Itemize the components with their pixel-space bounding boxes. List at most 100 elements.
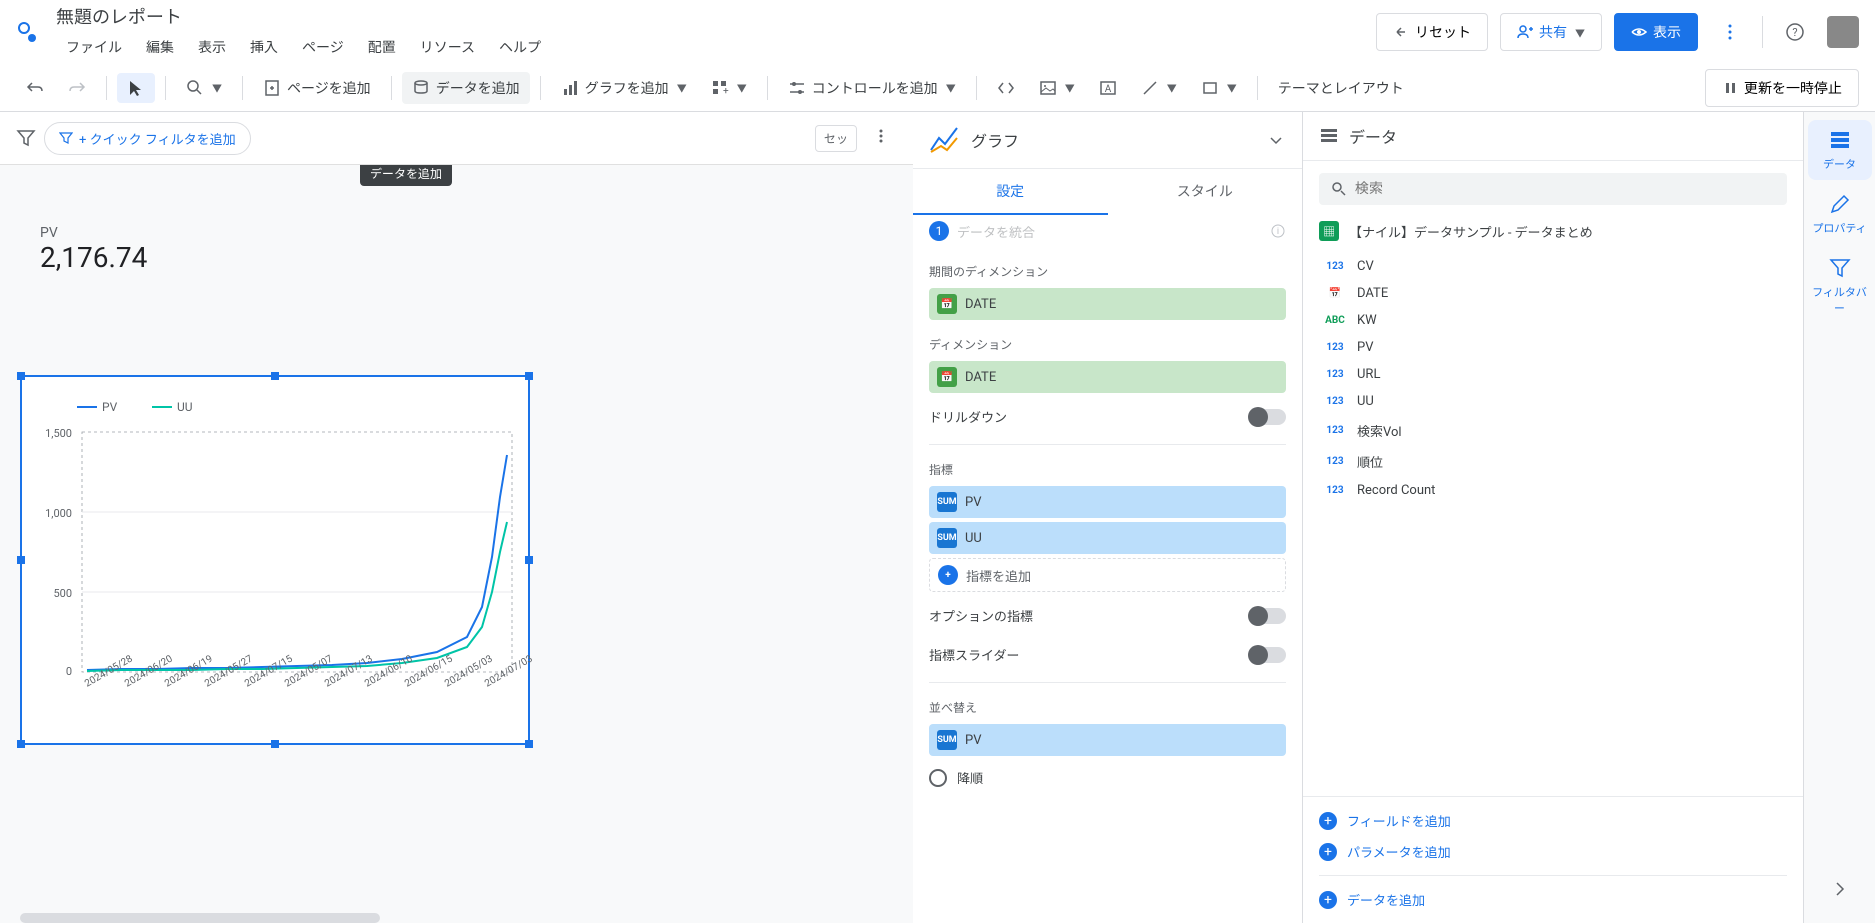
datasource-row[interactable]: ▦ 【ナイル】データサンプル - データまとめ <box>1303 213 1803 249</box>
canvas[interactable]: データを追加 PV 2,176.74 PV UU <box>0 165 913 923</box>
add-data-link[interactable]: +データを追加 <box>1319 884 1787 915</box>
menu-bar: ファイル 編集 表示 挿入 ページ 配置 リソース ヘルプ <box>56 33 1376 61</box>
help-button[interactable]: ? <box>1775 12 1815 52</box>
zoom-tool[interactable]: ▼ <box>176 73 232 103</box>
menu-help[interactable]: ヘルプ <box>489 33 551 61</box>
tab-setup[interactable]: 設定 <box>913 169 1108 215</box>
rail-data[interactable]: データ <box>1808 120 1872 180</box>
filter-icon[interactable] <box>16 128 36 148</box>
tab-style[interactable]: スタイル <box>1108 169 1303 215</box>
resize-handle[interactable] <box>17 556 25 564</box>
menu-insert[interactable]: 挿入 <box>240 33 288 61</box>
add-metric-chip[interactable]: + 指標を追加 <box>929 558 1286 592</box>
field-cv[interactable]: 123CV <box>1319 253 1787 280</box>
menu-page[interactable]: ページ <box>292 33 354 61</box>
text-button[interactable]: A <box>1089 73 1127 103</box>
embed-button[interactable] <box>987 73 1025 103</box>
more-options-button[interactable] <box>1710 12 1750 52</box>
resize-handle[interactable] <box>525 372 533 380</box>
svg-text:i: i <box>1277 227 1279 237</box>
metric-chip-pv[interactable]: SUM PV <box>929 486 1286 518</box>
pause-updates-button[interactable]: 更新を一時停止 <box>1705 69 1859 107</box>
image-icon <box>1039 79 1057 97</box>
image-button[interactable]: ▼ <box>1029 73 1085 103</box>
dimension-chip[interactable]: 📅 DATE <box>929 361 1286 393</box>
svg-text:500: 500 <box>53 587 72 600</box>
sort-order-row[interactable]: 降順 <box>929 760 1286 795</box>
menu-file[interactable]: ファイル <box>56 33 132 61</box>
database-icon <box>412 79 430 97</box>
undo-button[interactable] <box>16 73 54 103</box>
rail-property[interactable]: プロパティ <box>1808 184 1872 244</box>
add-page-icon <box>263 79 281 97</box>
drilldown-label: ドリルダウン <box>929 407 1007 426</box>
metric-slider-toggle[interactable] <box>1250 647 1286 663</box>
rail-filterbar[interactable]: フィルタバー <box>1808 248 1872 324</box>
blend-data-row[interactable]: 1 データを統合 i <box>929 215 1286 247</box>
cursor-icon <box>127 79 145 97</box>
resize-handle[interactable] <box>17 740 25 748</box>
share-button[interactable]: 共有 ▼ <box>1500 13 1602 51</box>
community-viz-button[interactable]: +▼ <box>701 73 757 103</box>
data-panel: データ ▦ 【ナイル】データサンプル - データまとめ 123CV 📅DATE … <box>1303 112 1803 923</box>
redo-button[interactable] <box>58 73 96 103</box>
data-panel-footer: +フィールドを追加 +パラメータを追加 +データを追加 <box>1303 796 1803 923</box>
field-searchvol[interactable]: 123検索Vol <box>1319 415 1787 446</box>
add-field-link[interactable]: +フィールドを追加 <box>1319 805 1787 836</box>
field-rank[interactable]: 123順位 <box>1319 446 1787 477</box>
resize-handle[interactable] <box>271 740 279 748</box>
undo-icon <box>1393 24 1409 40</box>
time-series-chart[interactable]: PV UU 1,500 1,000 500 0 <box>20 375 530 745</box>
add-page-button[interactable]: ページを追加 <box>253 72 381 104</box>
optional-metric-toggle[interactable] <box>1250 608 1286 624</box>
field-kw[interactable]: ABCKW <box>1319 307 1787 334</box>
add-parameter-link[interactable]: +パラメータを追加 <box>1319 836 1787 867</box>
line-button[interactable]: ▼ <box>1131 73 1187 103</box>
sort-chip[interactable]: SUM PV <box>929 724 1286 756</box>
field-url[interactable]: 123URL <box>1319 361 1787 388</box>
line-chart-type-icon <box>929 124 961 156</box>
selection-tool[interactable] <box>117 73 155 103</box>
scorecard[interactable]: PV 2,176.74 <box>40 225 147 274</box>
reset-dropdown[interactable]: セッ <box>815 125 857 152</box>
search-input[interactable] <box>1355 181 1775 197</box>
menu-view[interactable]: 表示 <box>188 33 236 61</box>
sort-label: 並べ替え <box>929 699 1286 716</box>
theme-layout-button[interactable]: テーマとレイアウト <box>1268 72 1414 104</box>
resize-handle[interactable] <box>525 740 533 748</box>
field-pv[interactable]: 123PV <box>1319 334 1787 361</box>
resize-handle[interactable] <box>271 372 279 380</box>
view-button[interactable]: 表示 <box>1614 13 1698 51</box>
chevron-down-icon[interactable] <box>1266 130 1286 150</box>
menu-resource[interactable]: リソース <box>410 33 485 61</box>
horizontal-scrollbar[interactable] <box>20 913 380 923</box>
add-data-button[interactable]: データを追加 <box>402 72 530 104</box>
resize-handle[interactable] <box>525 556 533 564</box>
date-dimension-label: 期間のディメンション <box>929 263 1286 280</box>
resize-handle[interactable] <box>17 372 25 380</box>
config-tabs: 設定 スタイル <box>913 169 1302 215</box>
rail-collapse-button[interactable] <box>1818 867 1862 915</box>
user-avatar[interactable] <box>1827 16 1859 48</box>
drilldown-toggle[interactable] <box>1250 409 1286 425</box>
quick-filter-button[interactable]: + クイック フィルタを追加 <box>44 122 251 155</box>
add-chart-button[interactable]: グラフを追加 ▼ <box>551 72 697 104</box>
canvas-more-button[interactable] <box>865 120 897 156</box>
field-record-count[interactable]: 123Record Count <box>1319 477 1787 504</box>
more-vert-icon <box>1721 23 1739 41</box>
sheets-icon: ▦ <box>1319 221 1339 241</box>
reset-button[interactable]: リセット <box>1376 13 1488 51</box>
date-dimension-chip[interactable]: 📅 DATE <box>929 288 1286 320</box>
field-uu[interactable]: 123UU <box>1319 388 1787 415</box>
menu-arrange[interactable]: 配置 <box>358 33 406 61</box>
field-date[interactable]: 📅DATE <box>1319 280 1787 307</box>
svg-text:A: A <box>1104 84 1111 95</box>
shape-button[interactable]: ▼ <box>1191 73 1247 103</box>
data-search-box[interactable] <box>1319 173 1787 205</box>
metric-chip-uu[interactable]: SUM UU <box>929 522 1286 554</box>
menu-edit[interactable]: 編集 <box>136 33 184 61</box>
document-title[interactable]: 無題のレポート <box>56 3 1376 29</box>
add-control-button[interactable]: コントロールを追加 ▼ <box>778 72 966 104</box>
sum-icon: SUM <box>937 492 957 512</box>
chart-icon <box>561 79 579 97</box>
